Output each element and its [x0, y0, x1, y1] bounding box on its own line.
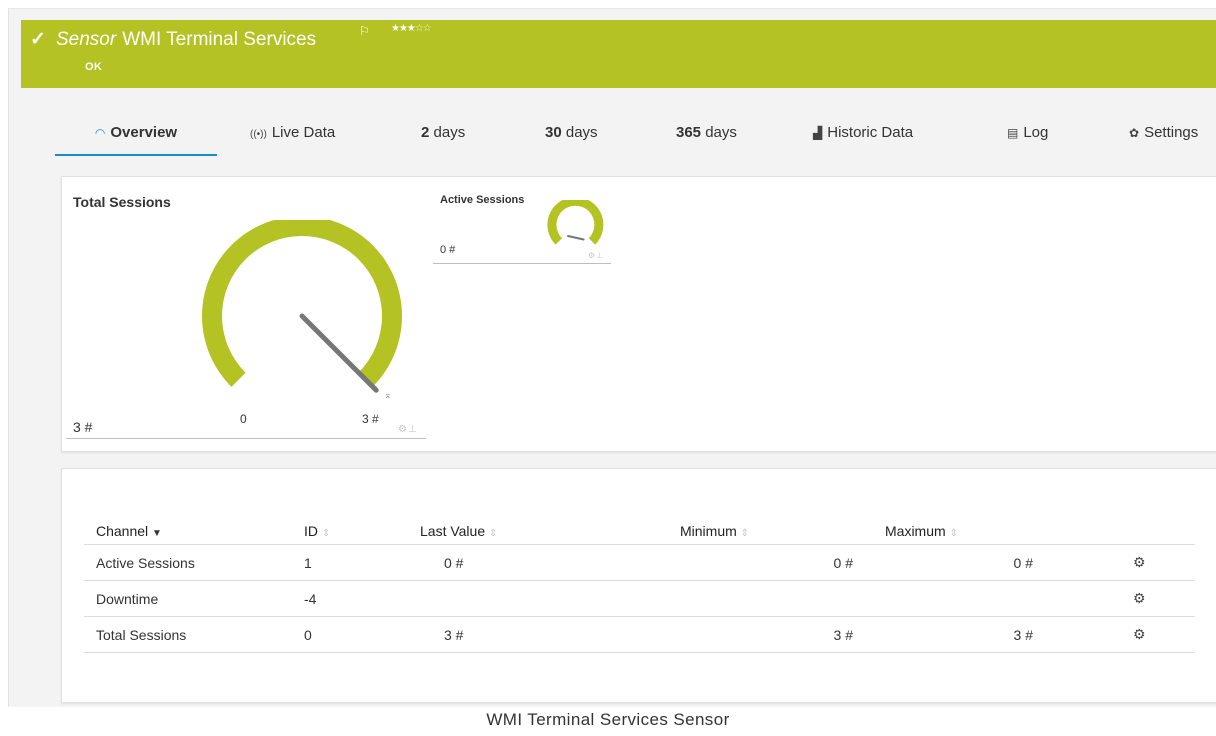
table-row[interactable]: Total Sessions 0 3 # 3 # 3 # ⚙: [84, 616, 1195, 653]
gauge-needle: [567, 235, 585, 241]
star-filled-icon: ★★★: [391, 23, 416, 34]
column-label: Last Value: [420, 523, 486, 539]
column-header-id[interactable]: ID ⇕: [292, 518, 408, 545]
tab-2-days[interactable]: 2 days: [421, 118, 465, 154]
gauge-divider: [66, 438, 426, 439]
column-header-actions: [1053, 518, 1195, 545]
sort-desc-icon: ▼: [152, 528, 162, 539]
table-row[interactable]: Downtime -4 ⚙: [84, 580, 1195, 617]
tab-overview[interactable]: ◠ Overview: [55, 118, 217, 156]
tab-label: Log: [1023, 124, 1049, 141]
column-label: Channel: [96, 523, 149, 539]
table-row[interactable]: Active Sessions 1 0 # 0 # 0 # ⚙: [84, 544, 1195, 581]
tab-number: 2: [421, 124, 430, 141]
figure-caption: WMI Terminal Services Sensor: [486, 710, 730, 729]
tab-live-data[interactable]: ((•)) Live Data: [250, 118, 335, 154]
tab-30-days[interactable]: 30 days: [545, 118, 598, 154]
tab-settings[interactable]: ✿ Settings: [1129, 118, 1198, 154]
column-label: Minimum: [680, 523, 737, 539]
tab-label: Settings: [1144, 124, 1199, 141]
checkmark-icon: ✓: [30, 29, 46, 50]
cell-maximum: 3 #: [873, 616, 1053, 653]
tab-label: Overview: [110, 124, 178, 141]
cell-id: 0: [292, 616, 408, 653]
cell-channel: Active Sessions: [84, 544, 292, 581]
channel-settings-icon[interactable]: ⚙: [1133, 554, 1146, 570]
gear-icon: ✿: [1129, 126, 1140, 140]
cell-last-value: 0 #: [408, 544, 668, 581]
sensor-title: Sensor WMI Terminal Services: [56, 28, 316, 52]
sort-icon: ⇕: [321, 528, 331, 539]
gauge-max-marker: ⌅: [384, 390, 392, 400]
tab-label: days: [565, 124, 598, 141]
flag-icon[interactable]: ⚐: [359, 24, 370, 38]
tab-historic-data[interactable]: ▟ Historic Data: [813, 118, 913, 154]
tab-number: 30: [545, 124, 562, 141]
cell-channel: Total Sessions: [84, 616, 292, 653]
column-header-minimum[interactable]: Minimum ⇕: [668, 518, 873, 545]
scale-min-label: 0: [240, 412, 247, 426]
list-icon: ▤: [1007, 126, 1019, 140]
tab-label: Live Data: [271, 124, 336, 141]
cell-last-value: [408, 580, 668, 617]
cell-maximum: 0 #: [873, 544, 1053, 581]
active-sessions-gauge: [547, 200, 604, 245]
tab-label: days: [433, 124, 466, 141]
cell-channel: Downtime: [84, 580, 292, 617]
tab-number: 365: [676, 124, 702, 141]
column-header-last-value[interactable]: Last Value ⇕: [408, 518, 668, 545]
column-label: Maximum: [885, 523, 946, 539]
sort-icon: ⇕: [949, 528, 958, 539]
live-data-icon: ((•)): [250, 129, 267, 140]
sensor-header: ✓ Sensor WMI Terminal Services ⚐ ★★★☆☆ OK: [21, 20, 1216, 88]
active-sessions-value: 0 #: [440, 244, 456, 256]
total-sessions-title: Total Sessions: [73, 194, 171, 210]
cell-maximum: [873, 580, 1053, 617]
sort-icon: ⇕: [740, 528, 750, 539]
status-text: OK: [85, 61, 103, 73]
cell-id: -4: [292, 580, 408, 617]
sort-icon: ⇕: [489, 528, 498, 539]
table-header-row: Channel ▼ ID ⇕ Last Value ⇕ Minimum ⇕ Ma…: [84, 518, 1195, 545]
active-sessions-title: Active Sessions: [440, 194, 525, 206]
total-sessions-gauge: ⌅: [202, 220, 402, 400]
priority-stars[interactable]: ★★★☆☆: [391, 23, 432, 34]
column-label: ID: [304, 523, 318, 539]
cell-id: 1: [292, 544, 408, 581]
sensor-kind: Sensor: [56, 29, 117, 50]
gauge-arc: [202, 220, 402, 387]
cell-minimum: [668, 580, 873, 617]
tab-365-days[interactable]: 365 days: [676, 118, 737, 154]
tab-bar: ◠ Overview ((•)) Live Data 2 days 30 days …: [55, 118, 1216, 156]
channels-table: Channel ▼ ID ⇕ Last Value ⇕ Minimum ⇕ Ma…: [84, 518, 1195, 653]
tab-label: days: [705, 124, 737, 141]
channel-settings-icon[interactable]: ⚙: [1133, 626, 1146, 642]
tab-log[interactable]: ▤ Log: [1007, 118, 1048, 154]
sensor-name: WMI Terminal Services: [122, 29, 317, 50]
total-sessions-value: 3 #: [73, 419, 93, 435]
column-header-channel[interactable]: Channel ▼: [84, 518, 292, 545]
channel-settings-icon[interactable]: ⚙: [1133, 590, 1146, 606]
area-chart-icon: ▟: [813, 126, 823, 140]
gauge-divider: [433, 263, 611, 264]
tab-label: Historic Data: [827, 124, 914, 141]
gauge-settings-icon[interactable]: ⚙⊥: [398, 424, 418, 435]
gauge-needle: [299, 313, 379, 393]
star-empty-icon: ☆☆: [414, 23, 432, 34]
scale-max-label: 3 #: [362, 412, 379, 426]
column-header-maximum[interactable]: Maximum ⇕: [873, 518, 1053, 545]
cell-last-value: 3 #: [408, 616, 668, 653]
cell-minimum: 0 #: [668, 544, 873, 581]
gauge-icon: ◠: [94, 126, 106, 140]
cell-minimum: 3 #: [668, 616, 873, 653]
gauge-settings-icon[interactable]: ⚙⊥: [588, 251, 604, 260]
